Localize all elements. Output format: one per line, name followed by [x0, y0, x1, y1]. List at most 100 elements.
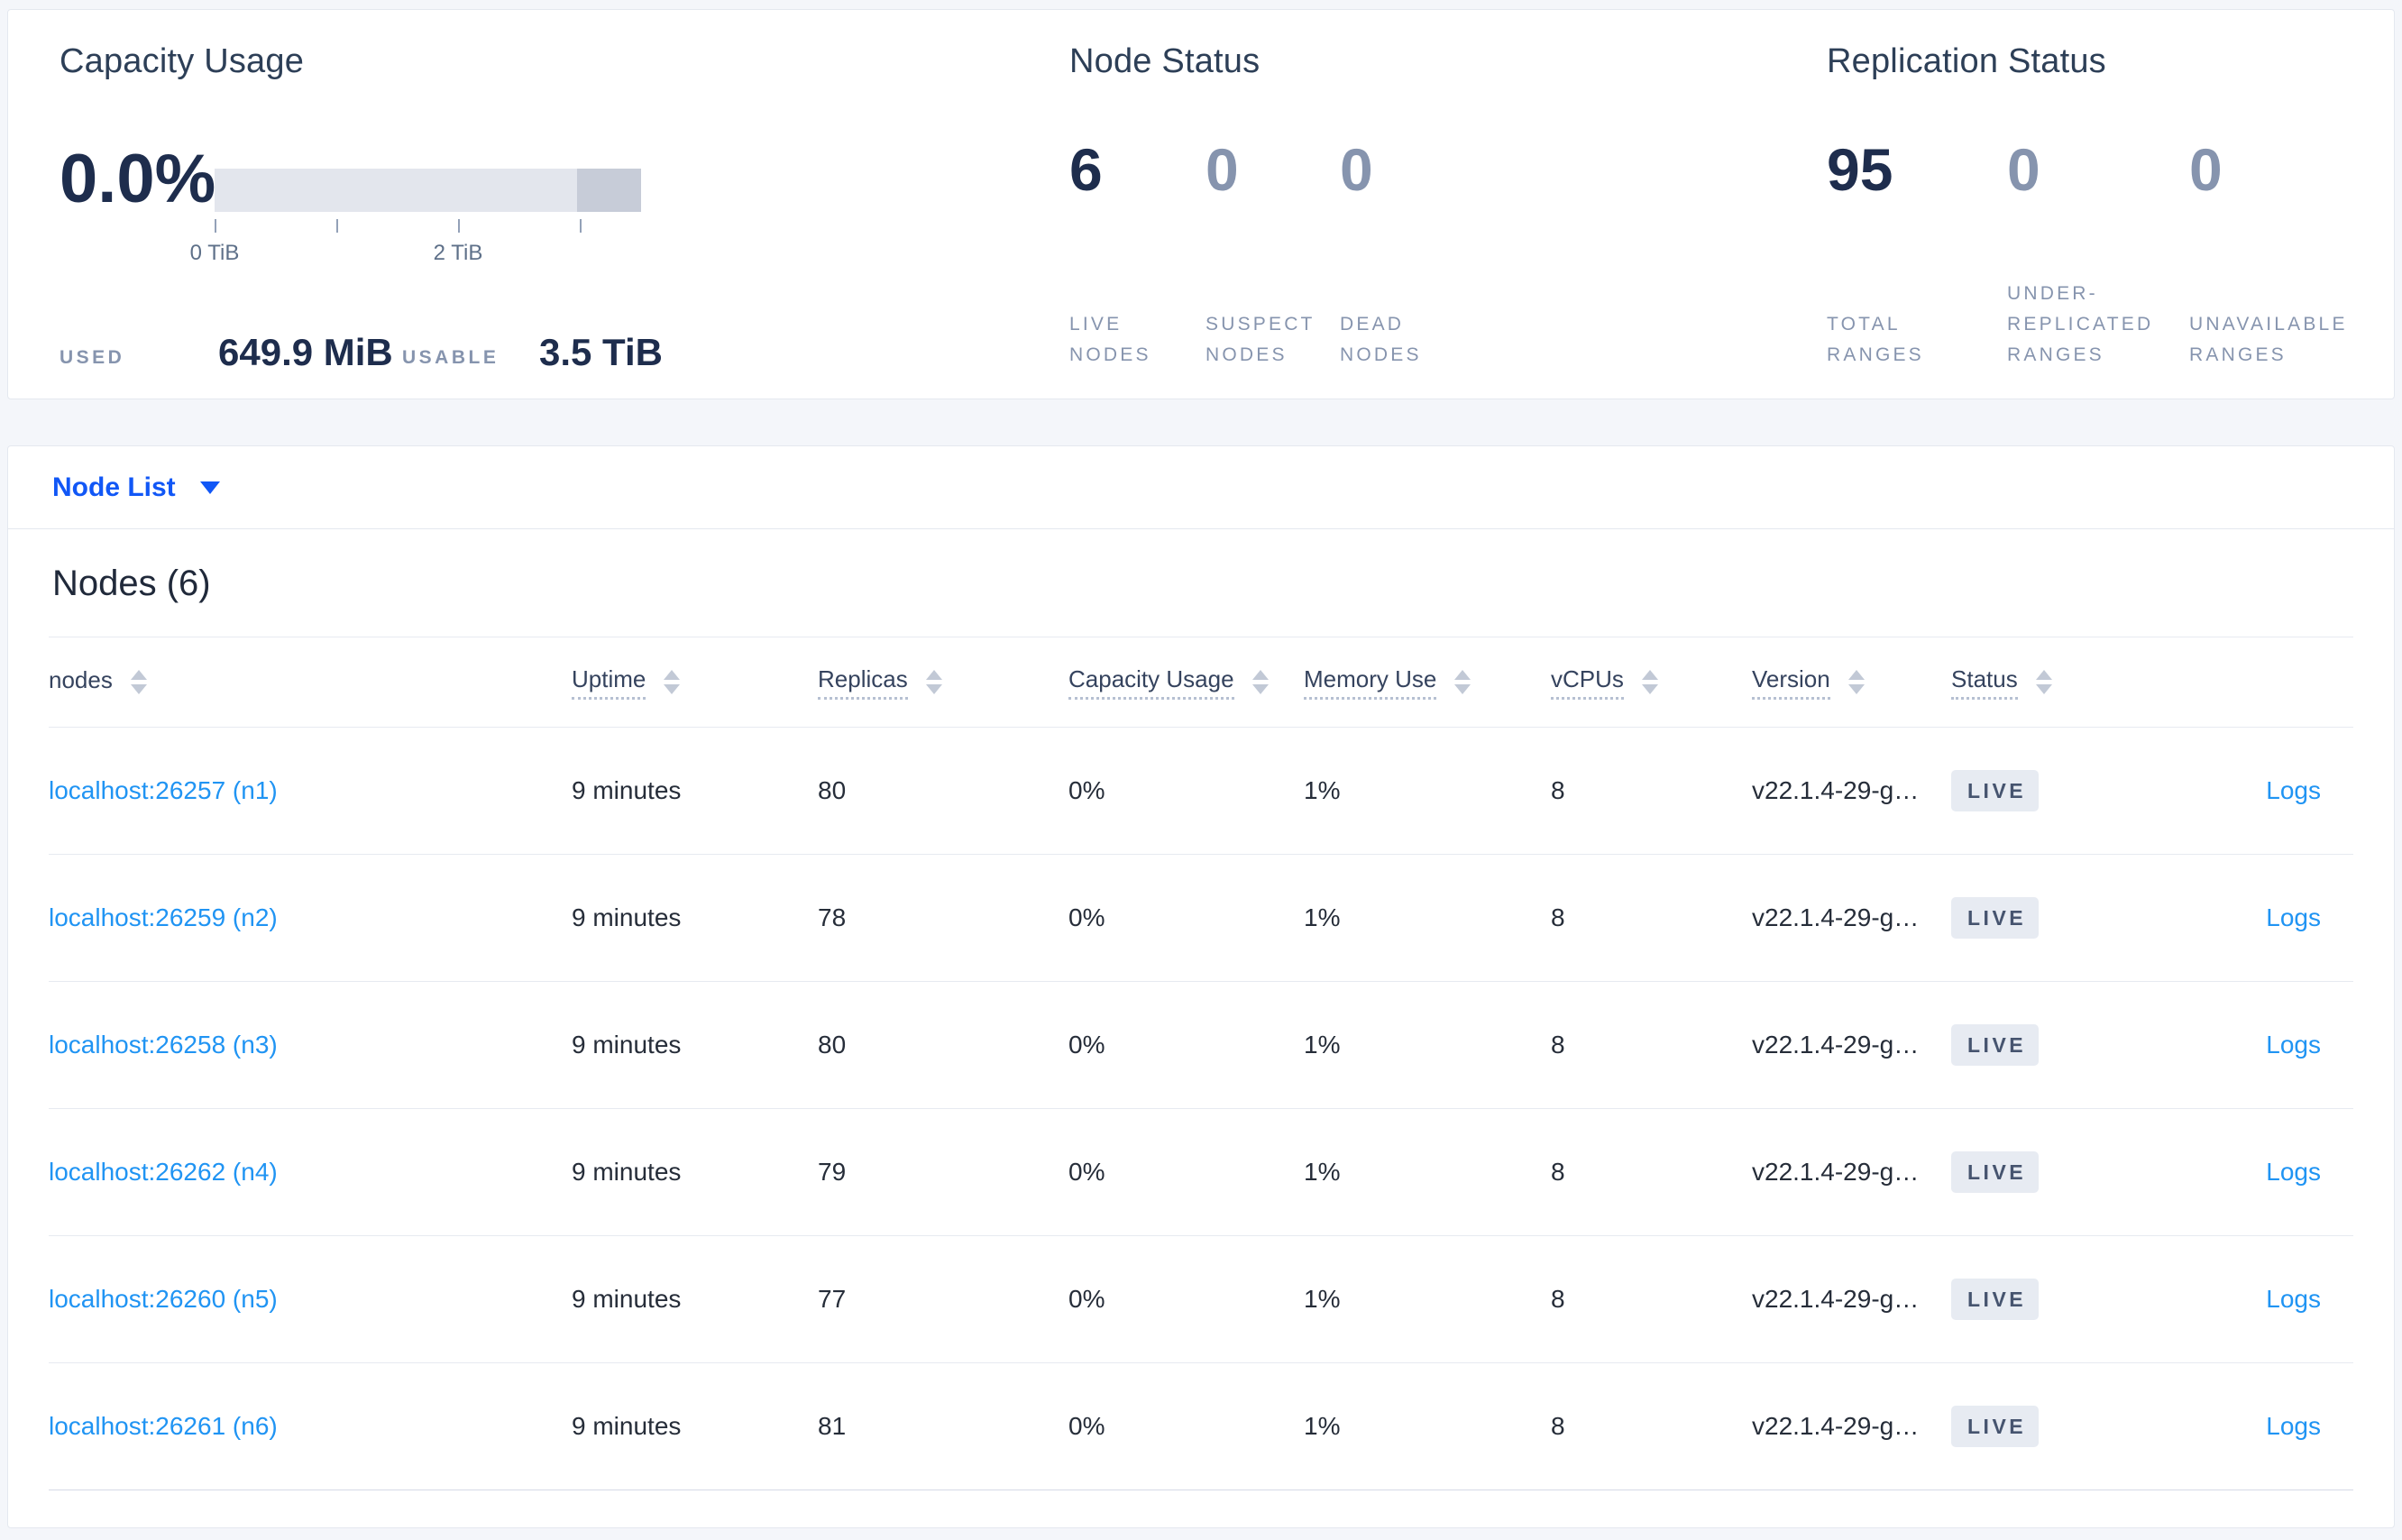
logs-link[interactable]: Logs	[2266, 1285, 2321, 1313]
view-selector-label: Node List	[52, 472, 176, 502]
axis-tick	[580, 219, 582, 233]
suspect-nodes-stat: 0 SUSPECT NODES	[1206, 140, 1340, 371]
cluster-overview-page: Capacity Usage 0.0% 0 TiB 2 TiB USED 649…	[0, 0, 2402, 1540]
column-header-capacity-usage[interactable]: Capacity Usage	[1068, 665, 1304, 700]
status-badge: LIVE	[1951, 770, 2040, 811]
node-link[interactable]: localhost:26259 (n2)	[49, 903, 278, 931]
view-selector-dropdown[interactable]: Node List	[52, 446, 220, 529]
memory-use-cell: 1%	[1304, 1285, 1341, 1313]
sort-icon	[1641, 670, 1658, 694]
column-header-uptime[interactable]: Uptime	[572, 665, 818, 700]
suspect-nodes-label: SUSPECT NODES	[1206, 314, 1316, 365]
status-badge: LIVE	[1951, 1024, 2040, 1066]
node-status-stats: 6 LIVE NODES 0 SUSPECT NODES 0 DEAD NODE…	[1069, 140, 1520, 371]
replicas-cell: 77	[818, 1285, 847, 1313]
replicas-cell: 80	[818, 776, 847, 804]
used-value: 649.9 MiB	[218, 331, 393, 373]
sort-icon	[1847, 670, 1865, 694]
version-cell: v22.1.4-29-g…	[1752, 1158, 1920, 1186]
axis-tick-label: 2 TiB	[433, 241, 483, 265]
total-ranges-label: TOTAL RANGES	[1827, 314, 1924, 365]
vcpus-cell: 8	[1551, 903, 1565, 931]
cluster-summary-card: Capacity Usage 0.0% 0 TiB 2 TiB USED 649…	[7, 9, 2395, 399]
column-header-replicas[interactable]: Replicas	[818, 665, 1068, 700]
suspect-nodes-value: 0	[1206, 136, 1239, 203]
vcpus-cell: 8	[1551, 1285, 1565, 1313]
capacity-usage-cell: 0%	[1068, 1031, 1105, 1059]
node-link[interactable]: localhost:26261 (n6)	[49, 1412, 278, 1440]
table-row: localhost:26260 (n5) 9 minutes 77 0% 1% …	[49, 1236, 2353, 1363]
logs-link[interactable]: Logs	[2266, 776, 2321, 804]
table-row: localhost:26261 (n6) 9 minutes 81 0% 1% …	[49, 1363, 2353, 1490]
node-list-card: Node List Nodes (6) nodes Uptime Replica…	[7, 445, 2395, 1528]
total-ranges-stat: 95 TOTAL RANGES	[1827, 140, 2007, 371]
column-header-nodes[interactable]: nodes	[49, 666, 572, 698]
capacity-bar-track	[215, 169, 641, 212]
replication-status-stats: 95 TOTAL RANGES 0 UNDER-REPLICATED RANGE…	[1827, 140, 2397, 371]
dead-nodes-stat: 0 DEAD NODES	[1340, 140, 1520, 371]
status-badge: LIVE	[1951, 1279, 2040, 1320]
uptime-cell: 9 minutes	[572, 903, 682, 931]
logs-link[interactable]: Logs	[2266, 903, 2321, 931]
sort-icon	[1454, 670, 1471, 694]
version-cell: v22.1.4-29-g…	[1752, 1285, 1920, 1313]
table-body: localhost:26257 (n1) 9 minutes 80 0% 1% …	[49, 728, 2353, 1490]
usable-value: 3.5 TiB	[539, 331, 663, 373]
node-link[interactable]: localhost:26257 (n1)	[49, 776, 278, 804]
memory-use-cell: 1%	[1304, 903, 1341, 931]
view-selector-bar: Node List	[8, 446, 2394, 529]
unavailable-ranges-value: 0	[2189, 136, 2223, 203]
logs-link[interactable]: Logs	[2266, 1031, 2321, 1059]
node-link[interactable]: localhost:26260 (n5)	[49, 1285, 278, 1313]
column-header-vcpus[interactable]: vCPUs	[1551, 665, 1752, 700]
version-cell: v22.1.4-29-g…	[1752, 776, 1920, 804]
node-link[interactable]: localhost:26258 (n3)	[49, 1031, 278, 1059]
memory-use-cell: 1%	[1304, 776, 1341, 804]
used-label: USED	[60, 347, 125, 368]
dead-nodes-value: 0	[1340, 136, 1373, 203]
live-nodes-stat: 6 LIVE NODES	[1069, 140, 1206, 371]
sort-icon	[1251, 670, 1269, 694]
axis-tick	[458, 219, 460, 233]
node-status-section: Node Status 6 LIVE NODES 0 SUSPECT NODES…	[1069, 42, 1737, 380]
column-header-memory-use[interactable]: Memory Use	[1304, 665, 1551, 700]
capacity-bar: 0 TiB 2 TiB	[190, 169, 641, 265]
replication-status-title: Replication Status	[1827, 42, 2106, 80]
logs-link[interactable]: Logs	[2266, 1158, 2321, 1186]
column-header-version[interactable]: Version	[1752, 665, 1951, 700]
replication-status-section: Replication Status 95 TOTAL RANGES 0 UND…	[1827, 42, 2402, 380]
memory-use-cell: 1%	[1304, 1412, 1341, 1440]
table-row: localhost:26258 (n3) 9 minutes 80 0% 1% …	[49, 982, 2353, 1109]
logs-link[interactable]: Logs	[2266, 1412, 2321, 1440]
under-replicated-ranges-value: 0	[2007, 136, 2040, 203]
node-link[interactable]: localhost:26262 (n4)	[49, 1158, 278, 1186]
vcpus-cell: 8	[1551, 1412, 1565, 1440]
sort-icon	[130, 670, 147, 694]
capacity-usage-cell: 0%	[1068, 776, 1105, 804]
axis-tick	[336, 219, 338, 233]
table-row: localhost:26257 (n1) 9 minutes 80 0% 1% …	[49, 728, 2353, 855]
uptime-cell: 9 minutes	[572, 1285, 682, 1313]
status-badge: LIVE	[1951, 1151, 2040, 1193]
caret-down-icon	[199, 481, 220, 494]
table-row: localhost:26259 (n2) 9 minutes 78 0% 1% …	[49, 855, 2353, 982]
column-header-status[interactable]: Status	[1951, 665, 2150, 700]
usable-label: USABLE	[402, 347, 500, 368]
table-row: localhost:26262 (n4) 9 minutes 79 0% 1% …	[49, 1109, 2353, 1236]
axis-tick-label: 0 TiB	[189, 241, 240, 265]
sort-icon	[664, 670, 681, 694]
version-cell: v22.1.4-29-g…	[1752, 1031, 1920, 1059]
capacity-usage-cell: 0%	[1068, 1412, 1105, 1440]
status-badge: LIVE	[1951, 897, 2040, 939]
vcpus-cell: 8	[1551, 1158, 1565, 1186]
capacity-usage-figures: USED 649.9 MiB USABLE 3.5 TiB	[60, 327, 871, 374]
live-nodes-value: 6	[1069, 136, 1103, 203]
capacity-usage-title: Capacity Usage	[60, 42, 305, 80]
under-replicated-ranges-label: UNDER-REPLICATED RANGES	[2007, 283, 2154, 365]
status-badge: LIVE	[1951, 1406, 2040, 1447]
capacity-usage-cell: 0%	[1068, 903, 1105, 931]
uptime-cell: 9 minutes	[572, 1412, 682, 1440]
unavailable-ranges-stat: 0 UNAVAILABLE RANGES	[2189, 140, 2397, 371]
capacity-bar-segment	[576, 169, 641, 212]
version-cell: v22.1.4-29-g…	[1752, 903, 1920, 931]
